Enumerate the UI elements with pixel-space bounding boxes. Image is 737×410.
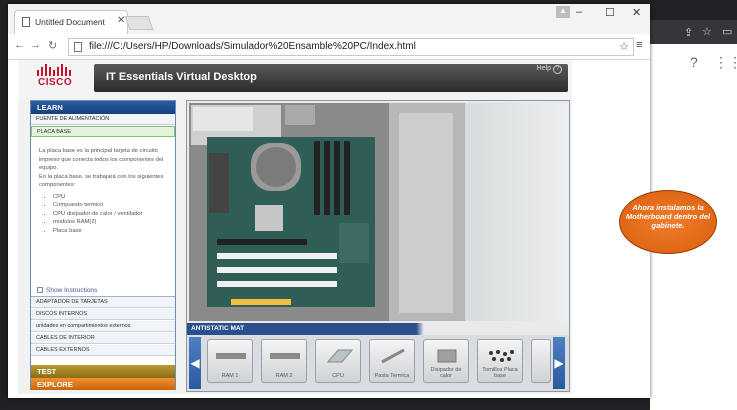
component-label: Pasta Termica [374, 373, 410, 379]
menu-item-cables-interior[interactable]: CABLES DE INTERIOR [31, 333, 175, 344]
reload-icon[interactable]: ↻ [48, 39, 57, 52]
screws-icon [489, 350, 514, 362]
component-thermal-paste[interactable]: Pasta Termica [369, 339, 415, 383]
menu-item-adaptador[interactable]: ADAPTADOR DE TARJETAS [31, 297, 175, 308]
user-profile-icon[interactable]: ▲ [556, 6, 570, 18]
cisco-logo: CISCO [34, 64, 80, 92]
learn-panel: LEARN FUENTE DE ALIMENTACIÓN PLACA BASE … [30, 100, 176, 390]
help-circle-icon: ? [553, 65, 562, 74]
component-ram-1[interactable]: RAM 1 [207, 339, 253, 383]
help-circle-icon[interactable]: ? [690, 54, 698, 70]
star-icon[interactable]: ☆ [702, 25, 712, 38]
cisco-wordmark: CISCO [38, 77, 73, 88]
apps-grid-icon[interactable]: ⋮⋮ [714, 54, 737, 71]
menu-icon[interactable]: ≡ [636, 39, 642, 51]
component-label: RAM 1 [221, 373, 239, 379]
syringe-icon [381, 348, 405, 364]
tray-left-arrow[interactable]: ◀ [189, 337, 201, 389]
instruction-callout: Ahora instalamos la Motherboard dentro d… [619, 190, 717, 254]
share-icon[interactable]: ⇪ [684, 26, 693, 39]
page-icon [74, 42, 82, 52]
antistatic-mat-bar: ANTISTATIC MAT [187, 323, 569, 335]
url-text: file:///C:/Users/HP/Downloads/Simulador%… [89, 41, 416, 52]
back-arrow-icon[interactable]: ← [14, 39, 25, 51]
bookmark-star-icon[interactable]: ☆ [619, 40, 629, 53]
forward-arrow-icon[interactable]: → [30, 39, 41, 51]
cpu-icon [326, 349, 354, 363]
navigation-toolbar: ← → ↻ file:///C:/Users/HP/Downloads/Simu… [8, 34, 650, 60]
tray-right-arrow[interactable]: ▶ [553, 337, 565, 389]
ram-icon [216, 353, 246, 359]
menu-item-cables-externos[interactable]: CABLES EXTERNOS [31, 345, 175, 356]
component-label: Tornillos Placa base [482, 367, 518, 379]
document-icon [22, 17, 30, 27]
address-bar[interactable]: file:///C:/Users/HP/Downloads/Simulador%… [68, 38, 634, 56]
case-side-panel [465, 103, 569, 321]
list-item: Compuesto termico [53, 201, 167, 210]
explore-section[interactable]: EXPLORE [31, 378, 175, 390]
heatsink-icon [437, 349, 457, 363]
list-item: CPU disipador de calor / ventilador [53, 210, 167, 219]
component-label: RAM 2 [275, 373, 293, 379]
component-heatsink[interactable]: Disipador de calor [423, 339, 469, 383]
simulator-title: IT Essentials Virtual Desktop [106, 71, 257, 83]
computer-case-image[interactable] [189, 103, 465, 321]
list-item: modulos RAM(2) [53, 218, 167, 227]
simulator-title-bar: IT Essentials Virtual Desktop Help ? [94, 64, 568, 92]
antistatic-mat-label: ANTISTATIC MAT [191, 325, 245, 332]
browser-tab[interactable]: Untitled Document ✕ [14, 10, 128, 34]
component-list: CPU Compuesto termico CPU disipador de c… [39, 193, 167, 236]
menu-item-placa-base[interactable]: PLACA BASE [31, 126, 175, 137]
show-instructions-label: Show Instructions [46, 287, 98, 294]
minimize-button[interactable]: – [576, 6, 582, 18]
list-item: CPU [53, 193, 167, 202]
show-instructions-toggle[interactable]: Show Instructions [37, 287, 97, 294]
simulator-header: CISCO IT Essentials Virtual Desktop Help… [18, 60, 572, 98]
menu-item-discos[interactable]: DISCOS INTERNOS [31, 309, 175, 320]
browser-window: Untitled Document ✕ ▲ – ☐ ✕ ← → ↻ file:/… [8, 4, 650, 398]
new-tab-button[interactable] [124, 16, 154, 30]
help-button[interactable]: Help ? [537, 65, 562, 74]
description-line: La placa base es la principal tarjeta de… [39, 148, 164, 171]
description-line: En la placa base, se trabajará con los s… [39, 173, 164, 189]
sidebar-icon[interactable]: ▭ [722, 25, 732, 38]
learn-description: La placa base es la principal tarjeta de… [31, 139, 175, 287]
component-label: Disipador de calor [430, 367, 462, 379]
background-browser-toolbar: ⇪ ☆ ▭ [650, 20, 737, 44]
workspace: ANTISTATIC MAT ◀ RAM 1 RAM 2 CPU Pasta T… [186, 100, 570, 392]
close-button[interactable]: ✕ [632, 6, 641, 19]
menu-item-fuente[interactable]: FUENTE DE ALIMENTACIÓN [31, 114, 175, 125]
help-label: Help [536, 65, 552, 72]
cisco-bars-icon [37, 64, 71, 76]
simulator: CISCO IT Essentials Virtual Desktop Help… [18, 60, 572, 394]
component-ram-2[interactable]: RAM 2 [261, 339, 307, 383]
ram-icon [270, 353, 300, 359]
tab-title: Untitled Document [35, 17, 105, 27]
component-label: CPU [332, 373, 344, 379]
menu-item-unidades[interactable]: unidades en compartimientos externos [31, 321, 175, 332]
component-tray: ◀ RAM 1 RAM 2 CPU Pasta Termica Disipado… [187, 335, 569, 391]
test-section[interactable]: TEST [31, 365, 175, 378]
description-text: La placa base es la principal tarjeta de… [39, 147, 167, 235]
component-cpu[interactable]: CPU [315, 339, 361, 383]
maximize-button[interactable]: ☐ [605, 6, 615, 19]
motherboard-illustration [189, 103, 465, 321]
component-next-partial[interactable] [531, 339, 551, 383]
component-screws[interactable]: Tornillos Placa base [477, 339, 523, 383]
title-bar: Untitled Document ✕ ▲ – ☐ ✕ [8, 4, 650, 34]
checkbox-icon [37, 287, 43, 294]
learn-header[interactable]: LEARN [31, 101, 175, 114]
list-item: Placa base [53, 227, 167, 236]
